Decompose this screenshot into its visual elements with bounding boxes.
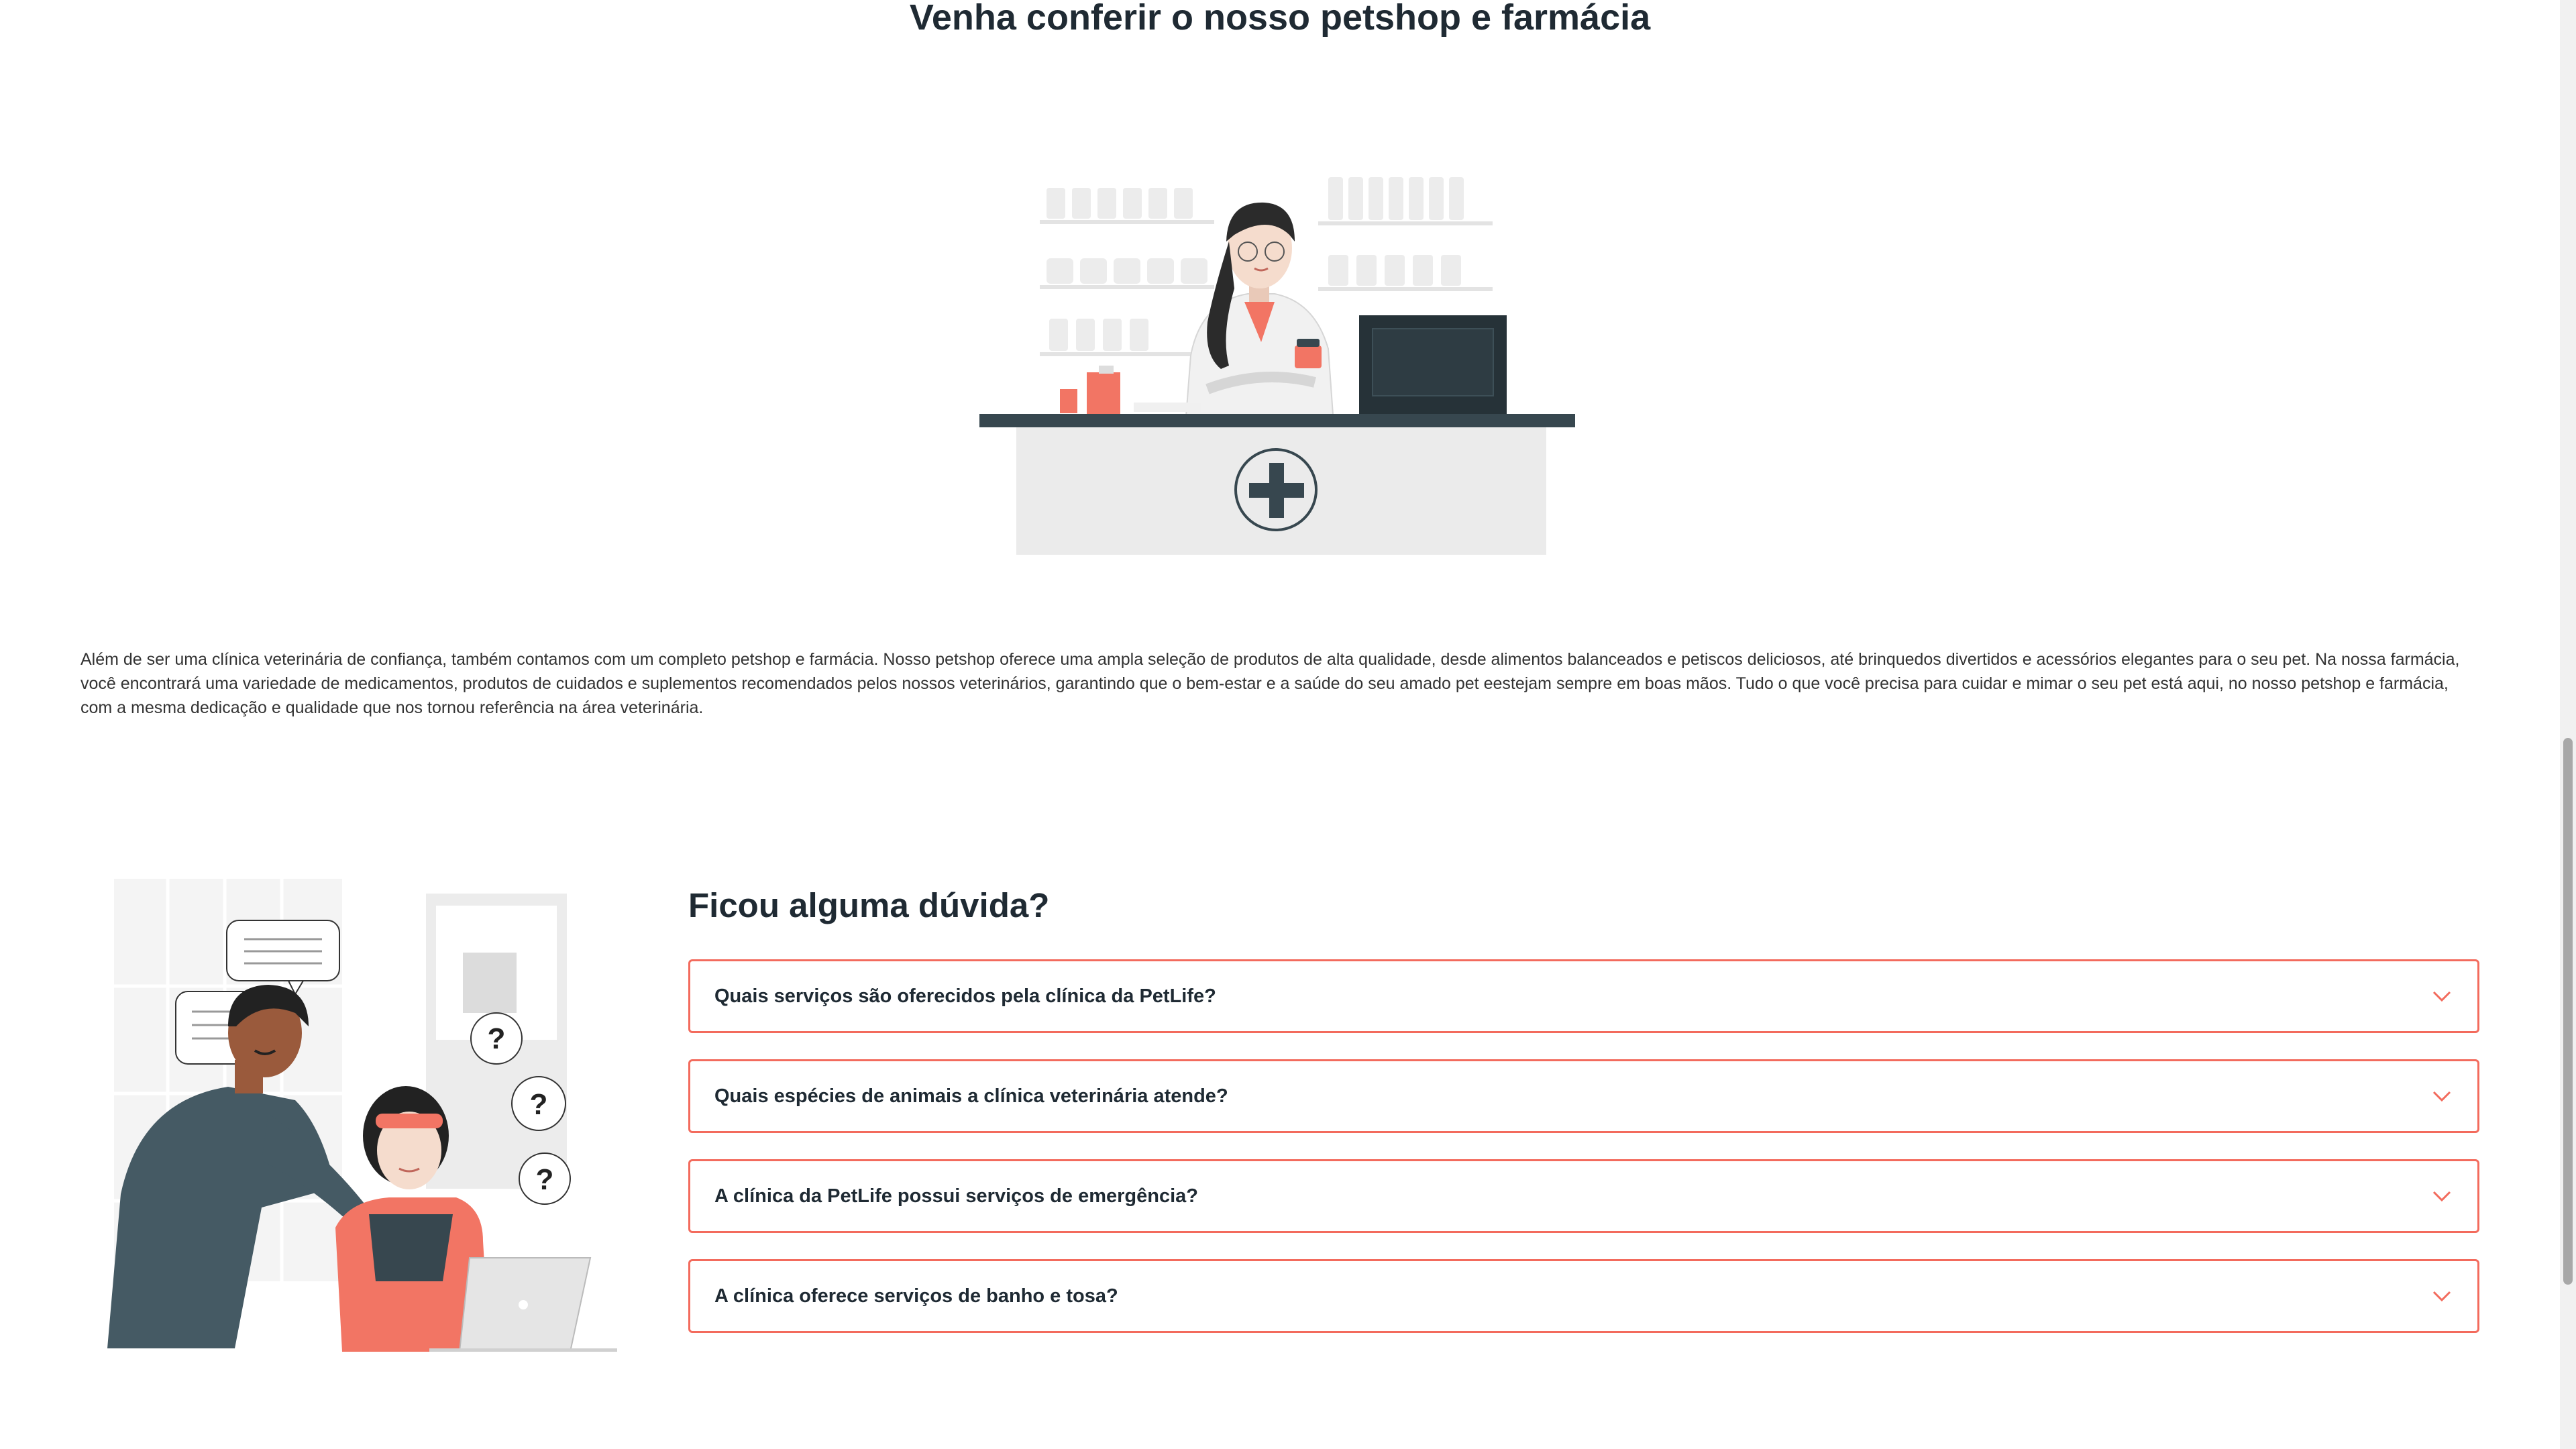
page-scrollbar[interactable] <box>2560 0 2576 1449</box>
chevron-down-icon[interactable] <box>2430 1085 2453 1108</box>
left-shelves <box>1040 188 1214 356</box>
faq-item-grooming[interactable]: A clínica oferece serviços de banho e to… <box>688 1259 2479 1333</box>
pharmacist-illustration <box>979 177 1575 555</box>
counter <box>979 414 1575 555</box>
page: Venha conferir o nosso petshop e farmáci… <box>0 0 2576 1449</box>
svg-text:?: ? <box>536 1163 554 1196</box>
faq-question: Quais serviços são oferecidos pela clíni… <box>714 985 1216 1007</box>
petshop-description: Além de ser uma clínica veterinária de c… <box>80 650 2460 717</box>
chevron-down-icon[interactable] <box>2430 1285 2453 1307</box>
right-shelves <box>1318 177 1493 291</box>
chevron-down-icon[interactable] <box>2430 985 2453 1008</box>
faq-title: Ficou alguma dúvida? <box>688 886 1050 924</box>
faq-illustration: ? ? ? <box>107 879 617 1352</box>
chevron-down-icon[interactable] <box>2430 1185 2453 1208</box>
faq-question: A clínica da PetLife possui serviços de … <box>714 1185 1198 1207</box>
svg-text:?: ? <box>530 1088 548 1121</box>
pharmacist-figure <box>1183 202 1336 443</box>
faq-item-species[interactable]: Quais espécies de animais a clínica vete… <box>688 1059 2479 1133</box>
faq-list: Quais serviços são oferecidos pela clíni… <box>688 959 2479 1359</box>
petshop-section-title: Venha conferir o nosso petshop e farmáci… <box>909 0 1651 38</box>
faq-item-services[interactable]: Quais serviços são oferecidos pela clíni… <box>688 959 2479 1033</box>
faq-item-emergency[interactable]: A clínica da PetLife possui serviços de … <box>688 1159 2479 1233</box>
counter-products <box>1060 366 1201 414</box>
svg-text:?: ? <box>488 1022 506 1055</box>
faq-question: A clínica oferece serviços de banho e to… <box>714 1285 1118 1307</box>
scrollbar-thumb[interactable] <box>2563 738 2573 1285</box>
faq-question: Quais espécies de animais a clínica vete… <box>714 1085 1228 1107</box>
